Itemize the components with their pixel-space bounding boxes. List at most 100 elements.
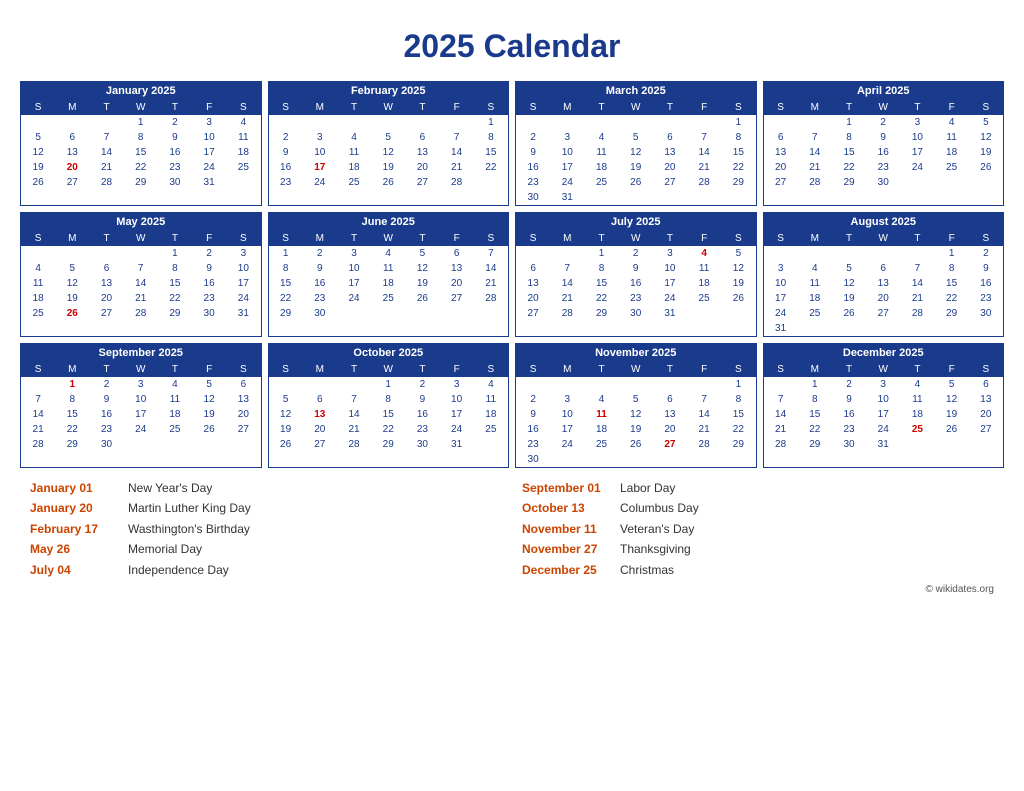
day-cell: 14	[89, 145, 123, 160]
day-cell: 14	[798, 145, 832, 160]
day-cell: 18	[474, 407, 508, 422]
day-cell: 7	[89, 130, 123, 145]
day-cell: 8	[721, 392, 755, 407]
day-cell: 3	[124, 377, 158, 392]
day-cell	[687, 115, 721, 130]
day-cell: 24	[303, 175, 337, 190]
day-cell: 22	[371, 422, 405, 437]
day-cell	[516, 115, 550, 130]
day-cell	[832, 321, 866, 336]
day-header: W	[619, 100, 653, 115]
day-cell: 31	[226, 306, 260, 321]
day-cell	[584, 115, 618, 130]
day-cell: 4	[226, 115, 260, 130]
day-cell: 25	[798, 306, 832, 321]
day-cell: 1	[124, 115, 158, 130]
day-cell: 27	[405, 175, 439, 190]
day-header: W	[124, 362, 158, 377]
month-block: December 2025SMTWTFS12345678910111213141…	[763, 343, 1005, 468]
day-cell: 18	[687, 276, 721, 291]
day-cell: 11	[226, 130, 260, 145]
day-cell: 25	[687, 291, 721, 306]
day-cell: 10	[764, 276, 798, 291]
day-cell	[337, 115, 371, 130]
day-cell: 19	[619, 422, 653, 437]
day-cell: 9	[269, 145, 303, 160]
day-cell: 22	[832, 160, 866, 175]
day-cell: 15	[798, 407, 832, 422]
day-cell: 27	[866, 306, 900, 321]
day-cell: 14	[764, 407, 798, 422]
holiday-row: November 27Thanksgiving	[522, 539, 994, 559]
day-cell	[158, 437, 192, 452]
day-cell: 23	[269, 175, 303, 190]
day-cell: 21	[687, 160, 721, 175]
day-cell: 22	[124, 160, 158, 175]
day-cell: 26	[55, 306, 89, 321]
day-cell: 9	[516, 145, 550, 160]
day-cell	[935, 437, 969, 452]
day-cell: 12	[935, 392, 969, 407]
day-cell: 26	[405, 291, 439, 306]
day-cell: 29	[55, 437, 89, 452]
holiday-row: December 25Christmas	[522, 560, 994, 580]
day-cell: 24	[550, 437, 584, 452]
day-cell: 7	[687, 130, 721, 145]
day-cell	[584, 452, 618, 467]
day-cell: 23	[192, 291, 226, 306]
day-cell: 4	[21, 261, 55, 276]
day-header: M	[303, 100, 337, 115]
day-cell: 26	[721, 291, 755, 306]
day-cell: 9	[192, 261, 226, 276]
day-cell: 25	[337, 175, 371, 190]
day-cell: 3	[866, 377, 900, 392]
day-cell: 3	[337, 246, 371, 261]
month-block: July 2025SMTWTFS123456789101112131415161…	[515, 212, 757, 337]
day-cell: 21	[474, 276, 508, 291]
day-cell: 19	[55, 291, 89, 306]
day-cell: 1	[721, 377, 755, 392]
day-cell: 13	[653, 145, 687, 160]
day-header: S	[226, 362, 260, 377]
day-header: T	[900, 231, 934, 246]
day-cell: 15	[158, 276, 192, 291]
day-cell: 18	[226, 145, 260, 160]
day-cell	[124, 246, 158, 261]
day-header: M	[55, 100, 89, 115]
day-header: F	[935, 362, 969, 377]
holiday-name: Wasthington's Birthday	[128, 519, 250, 539]
day-cell: 27	[969, 422, 1003, 437]
day-cell: 4	[687, 246, 721, 261]
day-cell: 26	[371, 175, 405, 190]
month-table: SMTWTFS123456789101112131415161718192021…	[516, 100, 756, 205]
month-header: January 2025	[21, 82, 261, 100]
day-cell: 23	[405, 422, 439, 437]
day-cell	[124, 437, 158, 452]
day-cell: 2	[516, 130, 550, 145]
day-header: S	[721, 362, 755, 377]
day-cell: 14	[550, 276, 584, 291]
day-cell: 23	[832, 422, 866, 437]
day-cell: 12	[269, 407, 303, 422]
day-cell: 2	[158, 115, 192, 130]
day-header: T	[89, 100, 123, 115]
day-cell: 4	[337, 130, 371, 145]
day-header: M	[550, 362, 584, 377]
day-cell: 20	[653, 160, 687, 175]
day-header: T	[89, 231, 123, 246]
day-cell: 8	[474, 130, 508, 145]
day-cell: 5	[21, 130, 55, 145]
day-cell: 8	[371, 392, 405, 407]
day-cell: 13	[969, 392, 1003, 407]
day-cell: 2	[269, 130, 303, 145]
day-cell: 20	[653, 422, 687, 437]
day-cell: 26	[192, 422, 226, 437]
day-cell: 6	[653, 392, 687, 407]
day-cell: 2	[969, 246, 1003, 261]
day-cell: 25	[226, 160, 260, 175]
day-cell: 10	[440, 392, 474, 407]
day-cell: 13	[303, 407, 337, 422]
day-cell: 12	[21, 145, 55, 160]
day-cell: 3	[550, 392, 584, 407]
day-cell: 8	[721, 130, 755, 145]
